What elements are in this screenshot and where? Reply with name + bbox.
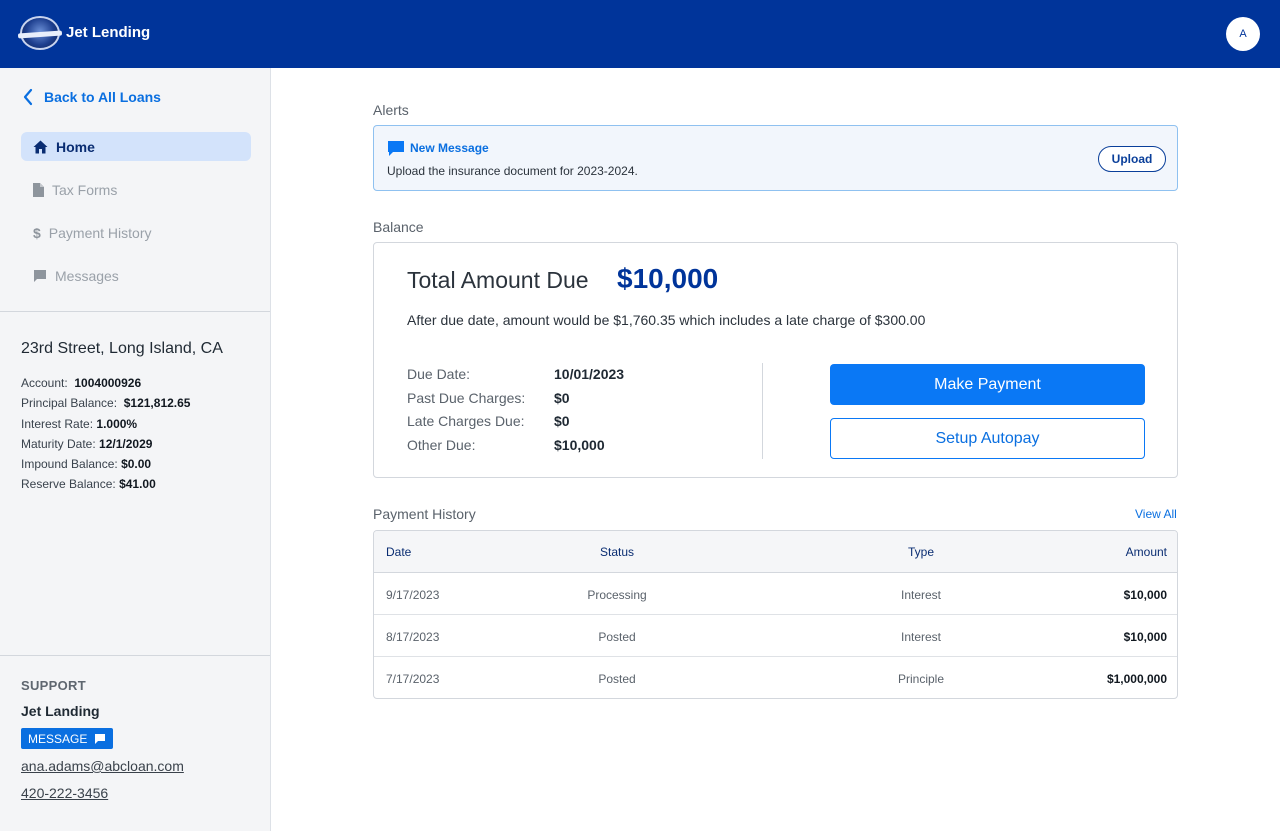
make-payment-button[interactable]: Make Payment [830, 364, 1145, 405]
support-heading: SUPPORT [21, 678, 86, 693]
sidebar: Back to All Loans Home Tax Forms $ Payme… [0, 68, 271, 831]
back-label: Back to All Loans [44, 89, 161, 105]
table-header: Date Status Type Amount [374, 531, 1177, 573]
due-details: Due Date: 10/01/2023 Past Due Charges: $0 … [407, 363, 624, 458]
upload-button[interactable]: Upload [1098, 146, 1166, 172]
alerts-heading: Alerts [373, 102, 409, 118]
detail-maturity-date: Maturity Date: 12/1/2029 [21, 436, 153, 451]
loan-details: Account: 1004000926 Principal Balance: $… [21, 373, 190, 495]
sidebar-item-label: Home [56, 138, 95, 155]
brand-name[interactable]: Jet Lending [66, 24, 150, 41]
balance-heading: Balance [373, 219, 424, 235]
detail-interest-rate: Interest Rate: 1.000% [21, 416, 138, 431]
due-row: Due Date: 10/01/2023 [407, 366, 625, 382]
alert-text: Upload the insurance document for 2023-2… [387, 164, 638, 178]
top-bar: Jet Lending A [0, 0, 1280, 68]
message-icon [95, 733, 106, 744]
setup-autopay-button[interactable]: Setup Autopay [830, 418, 1145, 459]
payment-history-heading: Payment History [373, 506, 476, 522]
jet-lending-logo[interactable] [20, 16, 60, 50]
detail-impound-balance: Impound Balance: $0.00 [21, 457, 152, 472]
total-amount-label: Total Amount Due [407, 267, 589, 293]
alert-title: New Message [410, 141, 489, 155]
cell-date: 7/17/2023 [386, 672, 440, 686]
message-icon [388, 141, 404, 156]
detail-account: Account: 1004000926 [21, 376, 142, 390]
sidebar-divider [0, 311, 270, 312]
document-icon [33, 182, 44, 197]
table-row[interactable]: 9/17/2023 Processing Interest $10,000 [374, 573, 1177, 615]
payment-history-table: Date Status Type Amount 9/17/2023 Proces… [373, 530, 1178, 699]
back-to-loans-link[interactable]: Back to All Loans [22, 88, 161, 106]
balance-divider [762, 363, 763, 459]
table-row[interactable]: 8/17/2023 Posted Interest $10,000 [374, 615, 1177, 657]
cell-date: 8/17/2023 [386, 630, 440, 644]
late-charge-note: After due date, amount would be $1,760.3… [407, 312, 926, 328]
column-amount[interactable]: Amount [1126, 545, 1167, 559]
view-all-link[interactable]: View All [1135, 507, 1177, 521]
total-amount-value: $10,000 [617, 263, 719, 294]
chevron-left-icon [23, 88, 33, 106]
property-address: 23rd Street, Long Island, CA [21, 340, 223, 357]
cell-date: 9/17/2023 [386, 588, 440, 602]
cell-amount: $10,000 [1123, 588, 1167, 602]
column-date[interactable]: Date [386, 545, 411, 559]
alert-card: New Message Upload the insurance documen… [373, 125, 1178, 191]
message-icon [34, 269, 46, 282]
detail-principal-balance: Principal Balance: $121,812.65 [21, 396, 191, 411]
sidebar-item-label: Messages [55, 267, 119, 284]
due-row: Past Due Charges: $0 [407, 389, 570, 406]
sidebar-item-payment-history[interactable]: $ Payment History [21, 218, 251, 247]
support-name: Jet Landing [21, 703, 100, 719]
sidebar-divider [0, 655, 270, 656]
home-icon [33, 140, 48, 153]
due-row: Late Charges Due: $0 [407, 413, 570, 430]
sidebar-item-tax-forms[interactable]: Tax Forms [21, 175, 251, 204]
detail-reserve-balance: Reserve Balance: $41.00 [21, 477, 156, 492]
support-phone-link[interactable]: 420-222-3456 [21, 785, 108, 801]
dollar-icon: $ [33, 224, 41, 241]
user-avatar[interactable]: A [1226, 17, 1260, 51]
sidebar-item-home[interactable]: Home [21, 132, 251, 161]
sidebar-item-label: Tax Forms [52, 181, 118, 198]
sidebar-item-messages[interactable]: Messages [21, 261, 251, 290]
table-row[interactable]: 7/17/2023 Posted Principle $1,000,000 [374, 657, 1177, 698]
cell-amount: $10,000 [1123, 630, 1167, 644]
message-support-button[interactable]: MESSAGE [21, 728, 114, 749]
due-row: Other Due: $10,000 [407, 437, 605, 454]
support-email-link[interactable]: ana.adams@abcloan.com [21, 758, 184, 774]
sidebar-item-label: Payment History [48, 224, 152, 241]
balance-card: Total Amount Due $10,000 After due date,… [373, 242, 1178, 478]
message-button-label: MESSAGE [28, 731, 88, 746]
cell-amount: $1,000,000 [1106, 672, 1167, 686]
